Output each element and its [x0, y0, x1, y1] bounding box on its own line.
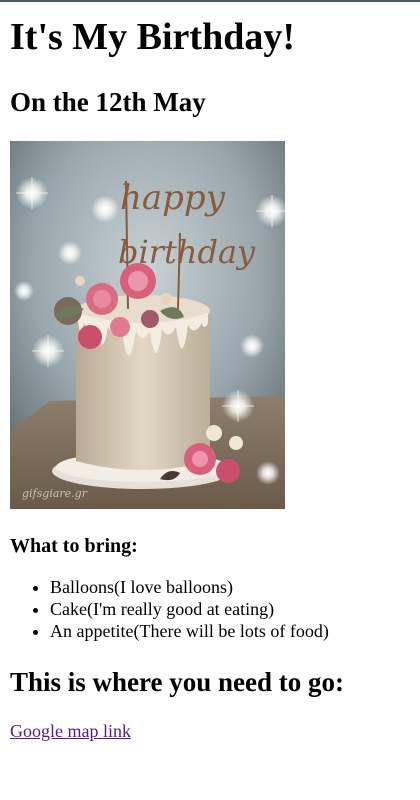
bring-list-item: Balloons(I love balloons)	[50, 576, 410, 598]
cake-illustration: happy birthday gifsgiare.gr	[10, 141, 285, 509]
google-map-link[interactable]: Google map link	[10, 720, 131, 742]
top-border	[0, 0, 420, 2]
date-heading: On the 12th May	[10, 87, 206, 117]
page-content: It's My Birthday! On the 12th May happy …	[0, 0, 420, 742]
bring-list: Balloons(I love balloons) Cake(I'm reall…	[10, 576, 410, 642]
where-heading: This is where you need to go:	[10, 667, 345, 697]
bring-list-item: An appetite(There will be lots of food)	[50, 620, 410, 642]
what-to-bring-heading: What to bring:	[10, 535, 138, 557]
topper-text-happy: happy	[120, 178, 226, 218]
image-watermark: gifsgiare.gr	[22, 487, 88, 500]
bring-list-item: Cake(I'm really good at eating)	[50, 598, 410, 620]
page-title: It's My Birthday!	[10, 16, 295, 58]
birthday-cake-image: happy birthday gifsgiare.gr	[10, 141, 285, 509]
